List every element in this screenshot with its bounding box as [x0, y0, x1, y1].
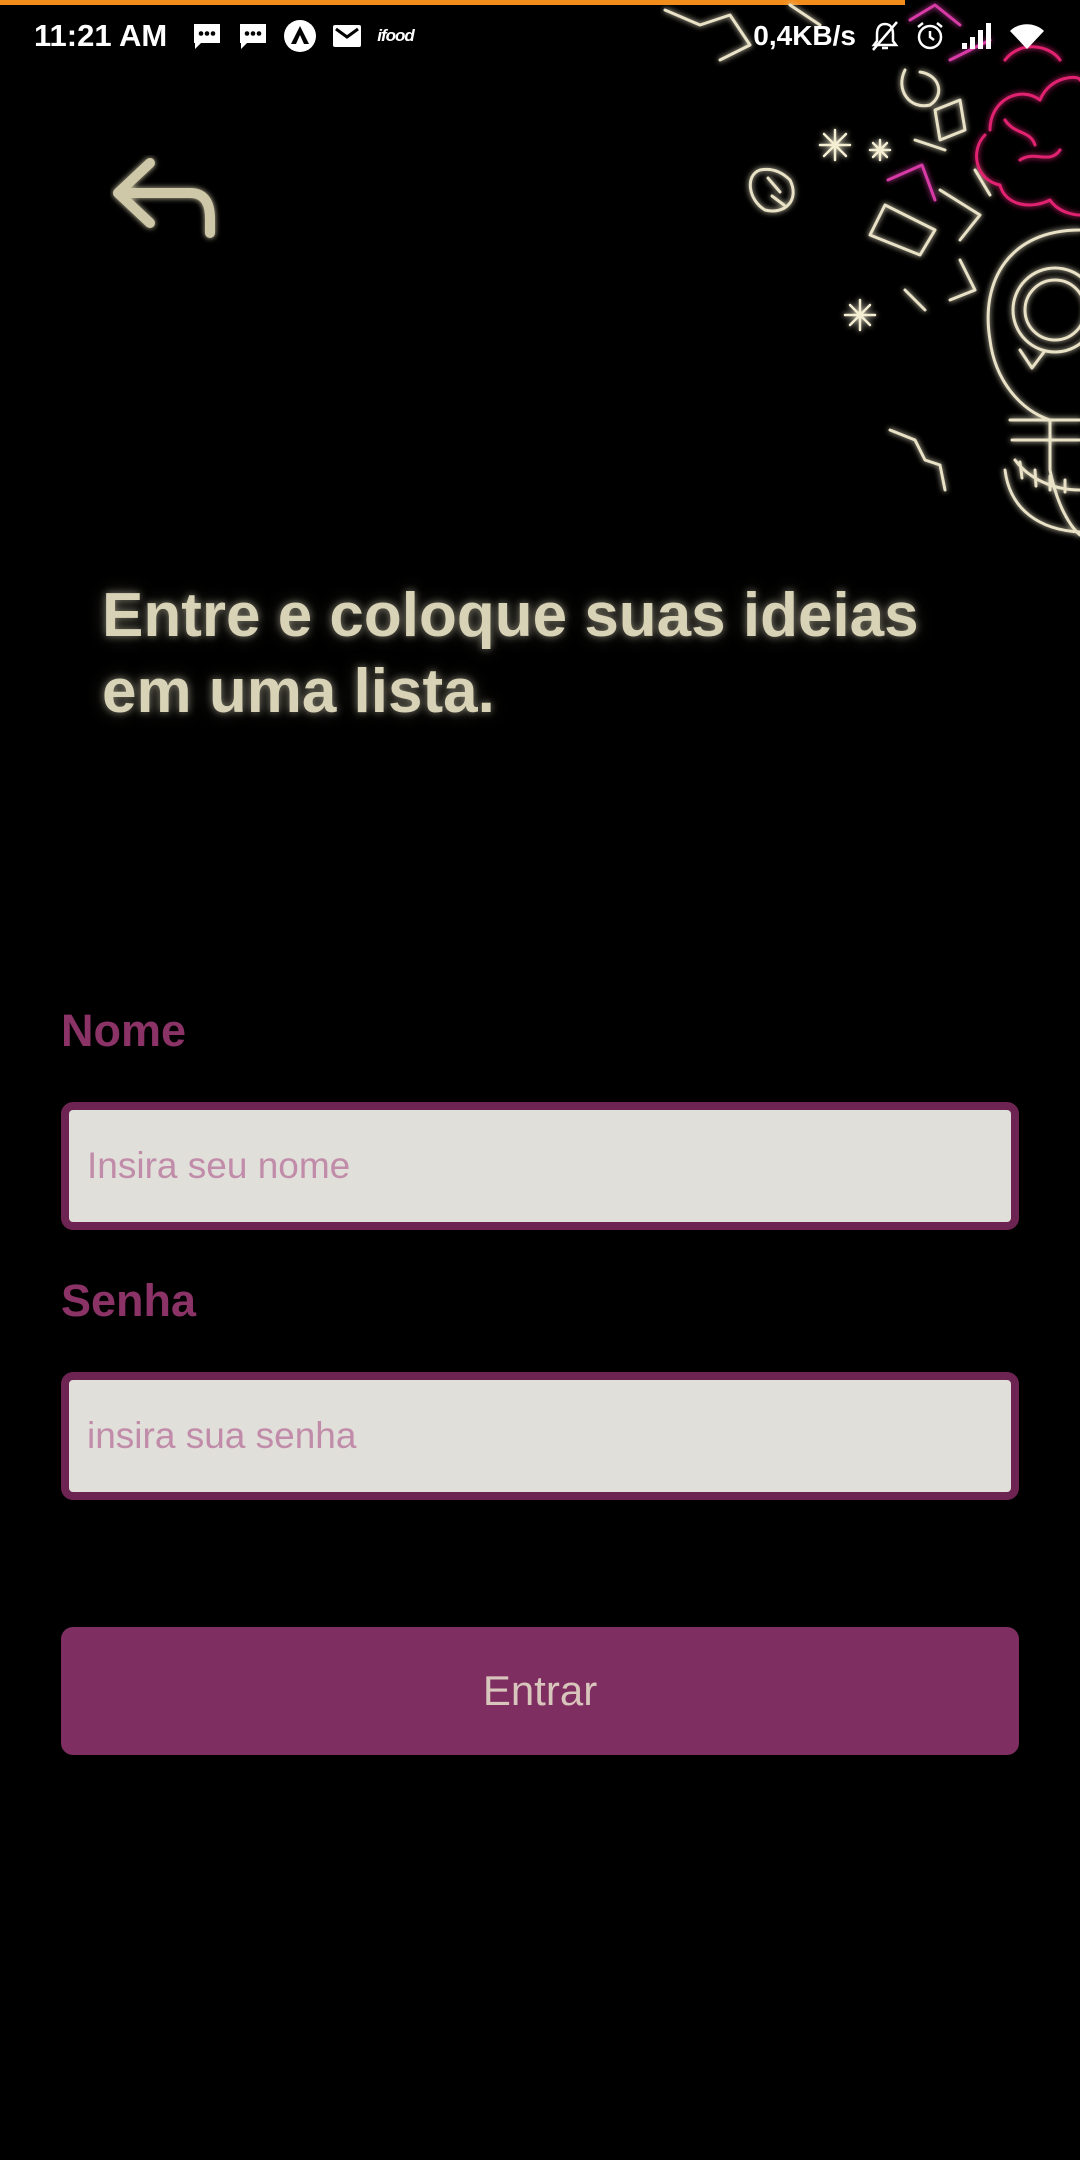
- alarm-icon: [914, 20, 946, 52]
- neon-skull-illustration: [663, 3, 1080, 537]
- network-speed: 0,4KB/s: [753, 20, 856, 51]
- status-bar: 11:21 AM ifood 0,4KB/s: [0, 0, 1080, 72]
- login-screen: 11:21 AM ifood 0,4KB/s Entre e coloque s…: [0, 0, 1080, 2160]
- signal-icon: [960, 21, 994, 51]
- reply-arrow-icon: [113, 158, 215, 238]
- back-button[interactable]: [110, 155, 225, 250]
- message-icon: [237, 21, 269, 51]
- login-button[interactable]: Entrar: [61, 1627, 1019, 1755]
- password-input[interactable]: [61, 1372, 1019, 1500]
- status-bar-left: 11:21 AM ifood: [34, 18, 415, 54]
- name-label: Nome: [61, 1005, 187, 1056]
- ifood-icon: ifood: [377, 26, 415, 45]
- page-headline: Entre e coloque suas ideias em uma lista…: [102, 581, 919, 726]
- notifications-off-icon: [870, 20, 900, 52]
- status-time: 11:21 AM: [34, 18, 168, 53]
- message-icon: [191, 21, 223, 51]
- name-input[interactable]: [61, 1102, 1019, 1230]
- password-label: Senha: [61, 1275, 197, 1326]
- wifi-icon: [1008, 21, 1046, 51]
- status-bar-right: 0,4KB/s: [753, 20, 1046, 52]
- gmail-icon: [331, 23, 363, 49]
- drive-icon: [283, 19, 317, 53]
